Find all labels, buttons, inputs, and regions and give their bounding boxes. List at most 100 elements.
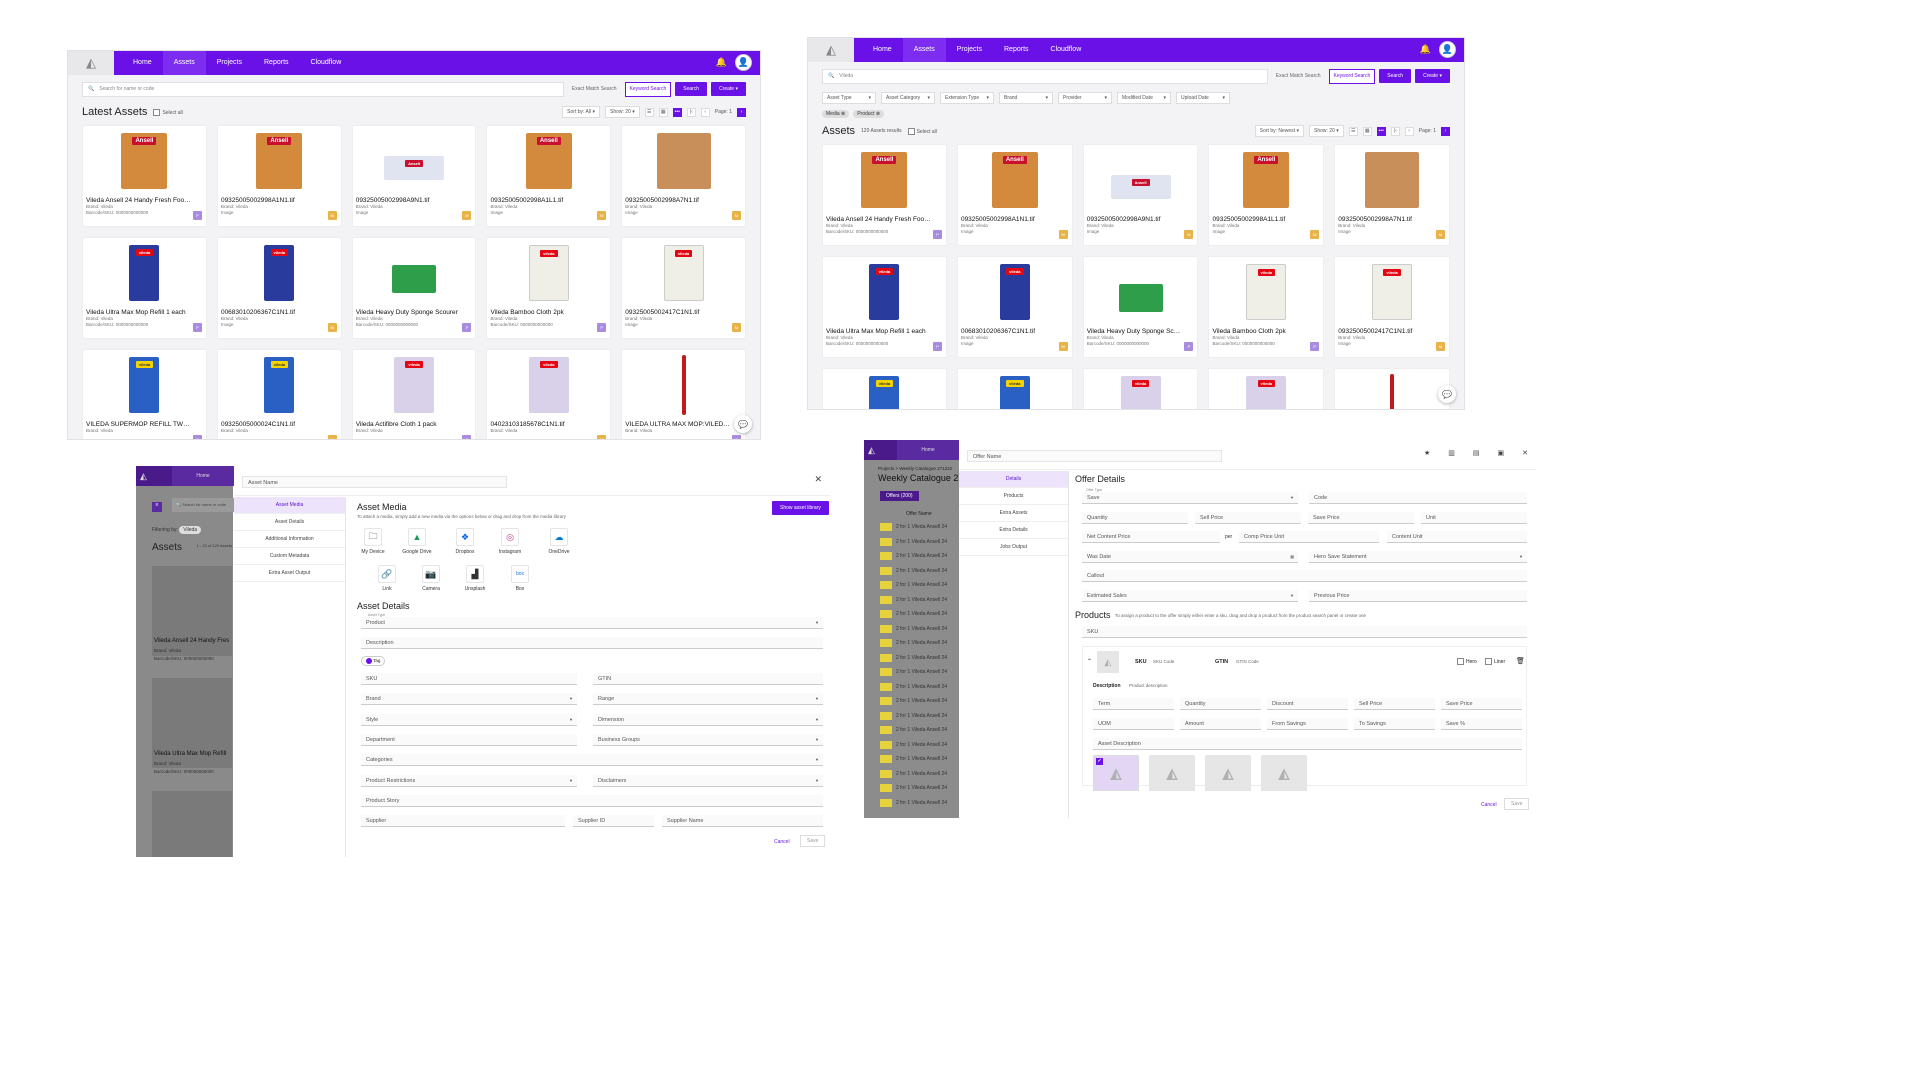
keyword-search-toggle[interactable]: Keyword Search [1328, 68, 1376, 84]
asset-card[interactable]: vileda [822, 368, 947, 409]
search-input[interactable]: 🔍 Search for name or code [82, 81, 564, 97]
side-item-products[interactable]: Products [959, 488, 1068, 505]
asset-card[interactable]: Ansell Vileda Ansell 24 Handy Fresh Food … [822, 144, 947, 246]
asset-thumbnail[interactable]: ◭ [1261, 755, 1307, 791]
side-item-extra-assets[interactable]: Extra Assets [959, 505, 1068, 522]
asset-card[interactable]: vileda 04023103185678C1N1.tif Brand: Viled… [486, 349, 612, 439]
side-item-custom-metadata[interactable]: Custom Metadata [234, 548, 345, 565]
exact-match-toggle[interactable]: Exact Match Search [1272, 69, 1325, 84]
asset-card[interactable]: Ansell Vileda Ansell 24 Handy Fresh Food … [82, 125, 207, 227]
asset-card[interactable]: vileda [956, 368, 1073, 409]
asset-card[interactable]: 09325005002998A7N1.tif Brand: Vileda Image… [1334, 144, 1450, 246]
offer-row[interactable]: 2 for 1 Vileda Ansell 24 [864, 636, 959, 651]
asset-card[interactable]: 09325005002998A7N1.tif Brand: Vileda Image… [621, 125, 746, 227]
product-story-field[interactable]: Product Story [361, 794, 823, 807]
nav-assets[interactable]: Assets [162, 51, 206, 75]
style-field[interactable]: Style ▼ [361, 713, 577, 726]
offer-row[interactable]: 2 for 1 Vileda Ansell 24 [864, 781, 959, 796]
offer-row[interactable]: 2 for 1 Vileda Ansell 24 [864, 767, 959, 782]
first-page-icon[interactable]: |‹ [686, 107, 696, 117]
sell-price-field[interactable]: Sell Price [1354, 698, 1435, 710]
filter-asset-type[interactable]: Asset Type ▾ [822, 92, 876, 104]
asset-type-select[interactable]: Product ▼ [361, 617, 823, 629]
offer-row[interactable]: 2 for 1 Vileda Ansell 24 [864, 665, 959, 680]
nav-cloudflow[interactable]: Cloudflow [1040, 38, 1093, 62]
source-google-drive[interactable]: ▲ Google Drive [397, 528, 437, 555]
amount-field[interactable]: Amount [1180, 718, 1261, 730]
offer-row[interactable]: 2 for 1 Vileda Ansell 24 [864, 651, 959, 666]
show-asset-library-button[interactable]: Show asset library [772, 501, 829, 515]
search-button[interactable]: Search [675, 82, 708, 96]
asset-card[interactable]: Ansell 09325005002998A1L1.tif Brand: Viled… [486, 125, 612, 227]
quantity-field[interactable]: Quantity [1180, 698, 1261, 710]
list-view-icon[interactable]: ☰ [644, 107, 654, 117]
select-all-checkbox[interactable]: Select all [907, 127, 937, 135]
hero-save-statement-select[interactable]: Hero Save Statement ▼ [1309, 551, 1527, 563]
comp-price-unit-field[interactable]: Comp Price Unit [1239, 531, 1379, 543]
estimated-sales-select[interactable]: Estimated Sales ▼ [1082, 590, 1298, 602]
more-icon[interactable]: ••• [1376, 126, 1386, 136]
asset-thumbnail[interactable]: ◭ [1205, 755, 1251, 791]
show-select[interactable]: Show: 20 ▾ [1308, 125, 1344, 137]
cancel-button[interactable]: Cancel [774, 839, 790, 845]
source-my-device[interactable]: 🗀 My Device [353, 528, 393, 555]
callout-field[interactable]: Callout [1082, 570, 1527, 582]
chat-icon[interactable]: 💬 [1438, 385, 1456, 403]
tag-chip[interactable]: Tag [361, 656, 386, 666]
range-field[interactable]: Range ▼ [593, 693, 823, 706]
grid-view-icon[interactable]: ▦ [1362, 126, 1372, 136]
nav-projects[interactable]: Projects [946, 38, 993, 62]
print-icon[interactable]: ▤ [1473, 449, 1480, 457]
sku-input[interactable]: SKU [1082, 626, 1527, 638]
nav-projects[interactable]: Projects [206, 51, 253, 75]
notification-bell-icon[interactable]: 🔔 [716, 57, 727, 68]
nav-home[interactable]: Home [862, 38, 903, 62]
offer-row[interactable]: 2 for 1 Vileda Ansell 24 [864, 520, 959, 535]
asset-card[interactable]: vileda 09325005002417C1N1.tif Brand: Viled… [1334, 256, 1450, 358]
sell-price-field[interactable]: Sell Price [1195, 512, 1301, 524]
product-restrictions-field[interactable]: Product Restrictions ▼ [361, 774, 577, 787]
preview-icon[interactable]: ▣ [1498, 449, 1505, 457]
asset-name-input[interactable]: Asset Name [242, 476, 507, 488]
offer-row[interactable]: 2 for 1 Vileda Ansell 24 [864, 723, 959, 738]
offer-row[interactable]: 2 for 1 Vileda Ansell 24 [864, 535, 959, 550]
was-date-field[interactable]: Was Date ▦ [1082, 551, 1298, 563]
show-select[interactable]: Show: 20 ▾ [604, 106, 640, 118]
offer-type-select[interactable]: Save ▼ [1082, 492, 1298, 504]
sort-select[interactable]: Sort by: Newest ▾ [1254, 125, 1304, 137]
menu-icon[interactable]: ≡ [152, 502, 162, 512]
prev-page-icon[interactable]: ‹ [700, 107, 710, 117]
collapse-icon[interactable]: ⌃ [1087, 658, 1092, 665]
asset-card[interactable]: Vileda Heavy Duty Sponge Scourer Brand: V… [1082, 256, 1199, 358]
offers-tab[interactable]: Offers (200) [880, 491, 919, 501]
discount-field[interactable]: Discount [1267, 698, 1348, 710]
search-button[interactable]: Search [1379, 69, 1412, 83]
asset-card[interactable]: vileda 09325005002417C1N1.tif Brand: Viled… [621, 237, 746, 339]
first-page-icon[interactable]: |‹ [1390, 126, 1400, 136]
next-page-icon[interactable]: › [737, 107, 746, 117]
nav-reports[interactable]: Reports [993, 38, 1040, 62]
filter-chip[interactable]: Product ⊗ [853, 110, 885, 118]
offer-row[interactable]: 2 for 1 Vileda Ansell 24 [864, 752, 959, 767]
source-box[interactable]: box Box [500, 565, 540, 592]
offer-row[interactable]: 2 for 1 Vileda Ansell 24 [864, 796, 959, 811]
offer-row[interactable]: 2 for 1 Vileda Ansell 24 [864, 607, 959, 622]
asset-card[interactable] [1334, 368, 1450, 409]
checkbox-checked-icon[interactable]: ✓ [1096, 758, 1103, 765]
asset-card[interactable]: vileda Vileda Actifibre Cloth 1 pack Brand… [351, 349, 477, 439]
avatar[interactable]: 👤 [735, 54, 752, 71]
create-button[interactable]: Create ▾ [711, 82, 746, 96]
offer-row[interactable]: 2 for 1 Vileda Ansell 24 [864, 549, 959, 564]
prev-page-icon[interactable]: ‹ [1404, 126, 1414, 136]
term-field[interactable]: Term [1093, 698, 1174, 710]
more-icon[interactable]: ••• [672, 107, 682, 117]
grid-view-icon[interactable]: ▦ [658, 107, 668, 117]
filter-brand[interactable]: Brand ▾ [999, 92, 1053, 104]
categories-field[interactable]: Categories ▼ [361, 754, 823, 767]
save-price-field[interactable]: Save Price [1308, 512, 1414, 524]
filter-chip[interactable]: Media ⊗ [822, 110, 850, 118]
uom-field[interactable]: UOM [1093, 718, 1174, 730]
side-item-details[interactable]: Details [959, 471, 1068, 488]
nav-home[interactable]: Home [122, 51, 163, 75]
list-view-icon[interactable]: ☰ [1348, 126, 1358, 136]
